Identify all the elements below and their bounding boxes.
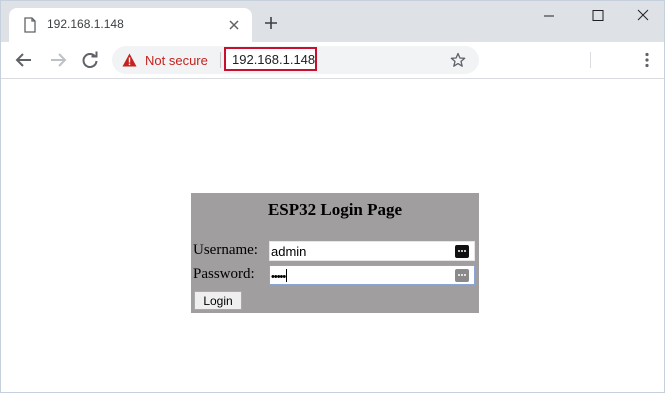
browser-toolbar: Not secure 192.168.1.148 [1, 42, 664, 79]
back-arrow-icon[interactable] [14, 50, 34, 70]
minimize-button[interactable] [526, 1, 572, 31]
minimize-icon [544, 15, 554, 17]
password-label: Password: [193, 266, 255, 282]
window-close-button[interactable] [620, 1, 664, 31]
maximize-icon [592, 10, 604, 21]
password-dots: ••••• [271, 271, 286, 283]
text-caret [286, 269, 288, 282]
window-close-icon [637, 9, 649, 21]
forward-arrow-icon[interactable] [48, 50, 68, 70]
kebab-menu-icon[interactable] [637, 50, 657, 70]
close-icon[interactable] [227, 18, 241, 32]
password-value: ••••• [271, 269, 288, 283]
username-value: admin [271, 244, 307, 259]
username-label: Username: [193, 242, 258, 258]
address-bar-divider [220, 52, 221, 68]
browser-window: 192.168.1.148 Not secure 192.168.1.148 E… [0, 0, 665, 393]
login-panel: ESP32 Login Page Username: admin Passwor… [191, 193, 479, 313]
not-secure-label[interactable]: Not secure [145, 53, 208, 68]
password-field[interactable]: ••••• [269, 265, 475, 285]
url-highlight-box[interactable]: 192.168.1.148 [224, 47, 317, 71]
password-manager-key-icon[interactable] [455, 245, 469, 258]
warning-icon[interactable] [122, 53, 137, 67]
login-button[interactable]: Login [194, 291, 242, 310]
plus-icon[interactable] [263, 15, 279, 31]
tab-active[interactable]: 192.168.1.148 [9, 8, 252, 42]
toolbar-divider [590, 52, 591, 68]
page-title: ESP32 Login Page [267, 200, 403, 219]
tab-strip: 192.168.1.148 [1, 1, 664, 42]
address-bar[interactable]: Not secure 192.168.1.148 [112, 46, 479, 74]
url-text[interactable]: 192.168.1.148 [232, 52, 315, 67]
star-icon[interactable] [450, 52, 466, 68]
reload-icon[interactable] [80, 50, 100, 70]
maximize-button[interactable] [575, 1, 621, 31]
page-icon [24, 17, 36, 33]
tab-title: 192.168.1.148 [47, 17, 124, 31]
password-manager-key-icon[interactable] [455, 269, 469, 282]
username-field[interactable]: admin [269, 241, 475, 261]
